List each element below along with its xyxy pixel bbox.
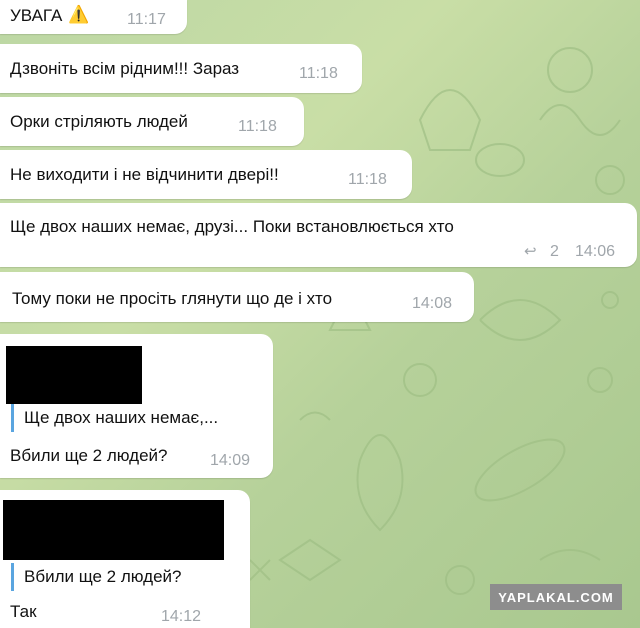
message-time: 11:18 [348, 171, 387, 188]
message-text: Орки стріляють людей [10, 112, 188, 131]
warning-icon: ⚠️ [68, 5, 90, 24]
redacted-sender-name [6, 346, 142, 404]
message-time: 14:09 [210, 452, 251, 469]
quoted-message[interactable]: Ще двох наших немає,... [11, 404, 218, 432]
message-text: Так [10, 602, 37, 621]
message-bubble[interactable]: Ще двох наших немає,... Вбили ще 2 людей… [0, 334, 273, 478]
message-text: Ще двох наших немає, друзі... Поки встан… [10, 217, 454, 236]
message-bubble[interactable]: Орки стріляють людей 11:18 [0, 97, 304, 146]
message-bubble[interactable]: Вбили ще 2 людей? Так 14:12 [0, 490, 250, 628]
message-bubble[interactable]: Тому поки не просіть глянути що де і хто… [0, 272, 474, 322]
message-time: 11:18 [299, 65, 338, 82]
message-bubble[interactable]: Дзвоніть всім рідним!!! Зараз 11:18 [0, 44, 362, 93]
message-time: 11:17 [127, 11, 166, 28]
message-text: Дзвоніть всім рідним!!! Зараз [10, 59, 240, 78]
message-time: 14:12 [161, 608, 202, 625]
message-text: Не виходити і не відчинити двері!! [10, 165, 279, 184]
message-text: УВАГА [10, 6, 63, 25]
message-time: 11:18 [238, 118, 277, 135]
message-bubble[interactable]: Не виходити і не відчинити двері!! 11:18 [0, 150, 412, 199]
reply-count[interactable]: 2 [550, 243, 559, 261]
quoted-message[interactable]: Вбили ще 2 людей? [11, 563, 181, 591]
message-text: Вбили ще 2 людей? [10, 446, 168, 465]
message-bubble[interactable]: Ще двох наших немає, друзі... Поки встан… [0, 203, 637, 267]
watermark: YAPLAKAL.COM [490, 584, 622, 610]
message-bubble[interactable]: УВАГА ⚠️ 11:17 [0, 0, 187, 34]
redacted-sender-name [3, 500, 224, 560]
message-time: 14:06 [575, 243, 616, 260]
reply-icon[interactable]: ↩ [524, 242, 537, 260]
message-time: 14:08 [412, 295, 453, 312]
message-text: Тому поки не просіть глянути що де і хто [12, 289, 333, 308]
